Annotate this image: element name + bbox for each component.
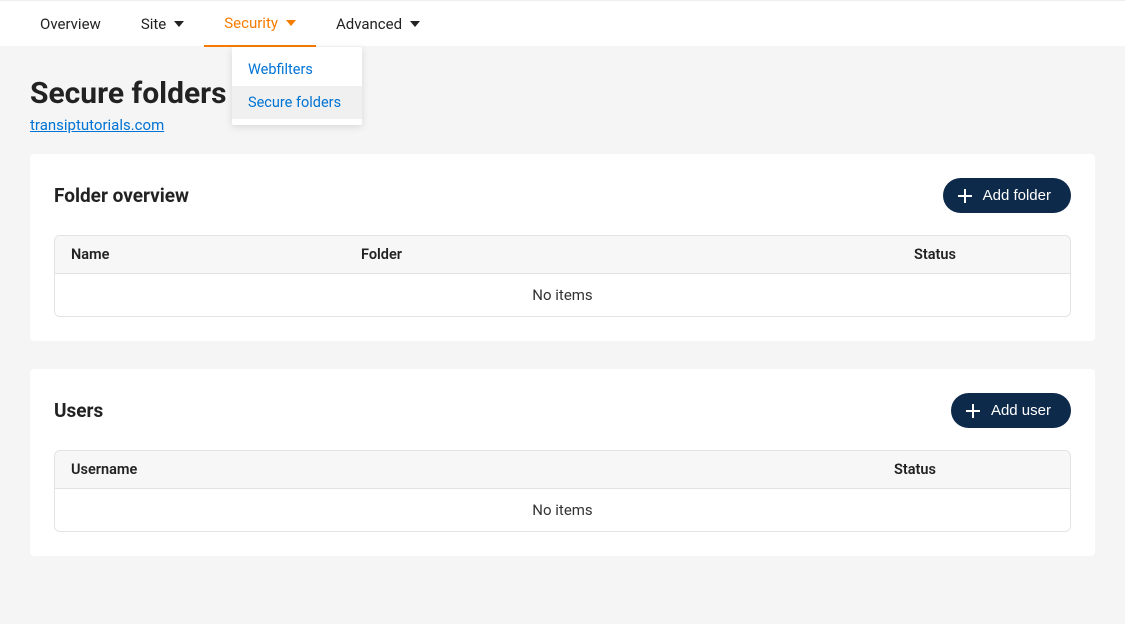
top-nav: Overview Site Security Advanced Webfilte… — [0, 0, 1125, 46]
table-empty-state: No items — [55, 489, 1070, 531]
tab-site[interactable]: Site — [121, 1, 204, 47]
table-empty-state: No items — [55, 274, 1070, 316]
add-user-button[interactable]: Add user — [951, 393, 1071, 428]
button-label: Add folder — [983, 187, 1051, 204]
col-header-status: Status — [894, 461, 1054, 478]
tab-advanced[interactable]: Advanced — [316, 1, 440, 47]
tab-label: Site — [141, 15, 166, 33]
table-header-row: Username Status — [55, 451, 1070, 489]
users-panel: Users Add user Username Status No items — [30, 369, 1095, 556]
add-folder-button[interactable]: Add folder — [943, 178, 1071, 213]
security-dropdown: Webfilters Secure folders — [232, 47, 362, 125]
dropdown-item-label: Secure folders — [248, 94, 341, 111]
tab-security[interactable]: Security — [204, 1, 316, 47]
page-title: Secure folders — [30, 76, 1095, 111]
col-header-username: Username — [71, 461, 894, 478]
plus-icon — [957, 188, 973, 204]
col-header-folder: Folder — [361, 246, 914, 263]
tab-label: Overview — [40, 15, 101, 33]
dropdown-item-label: Webfilters — [248, 61, 313, 78]
panel-header: Folder overview Add folder — [54, 178, 1071, 213]
table-header-row: Name Folder Status — [55, 236, 1070, 274]
dropdown-item-webfilters[interactable]: Webfilters — [232, 53, 362, 86]
caret-down-icon — [174, 19, 184, 29]
users-table: Username Status No items — [54, 450, 1071, 532]
page-header: Secure folders transiptutorials.com — [0, 46, 1125, 154]
folder-table: Name Folder Status No items — [54, 235, 1071, 317]
plus-icon — [965, 403, 981, 419]
tab-overview[interactable]: Overview — [20, 1, 121, 47]
col-header-status: Status — [914, 246, 1054, 263]
domain-link[interactable]: transiptutorials.com — [30, 116, 164, 134]
folder-overview-panel: Folder overview Add folder Name Folder S… — [30, 154, 1095, 341]
panel-title: Folder overview — [54, 184, 189, 207]
caret-down-icon — [410, 19, 420, 29]
tab-label: Security — [224, 14, 278, 32]
button-label: Add user — [991, 402, 1051, 419]
caret-down-icon — [286, 18, 296, 28]
panel-header: Users Add user — [54, 393, 1071, 428]
col-header-name: Name — [71, 246, 361, 263]
dropdown-item-secure-folders[interactable]: Secure folders — [232, 86, 362, 119]
tab-label: Advanced — [336, 15, 402, 33]
panel-title: Users — [54, 399, 103, 422]
